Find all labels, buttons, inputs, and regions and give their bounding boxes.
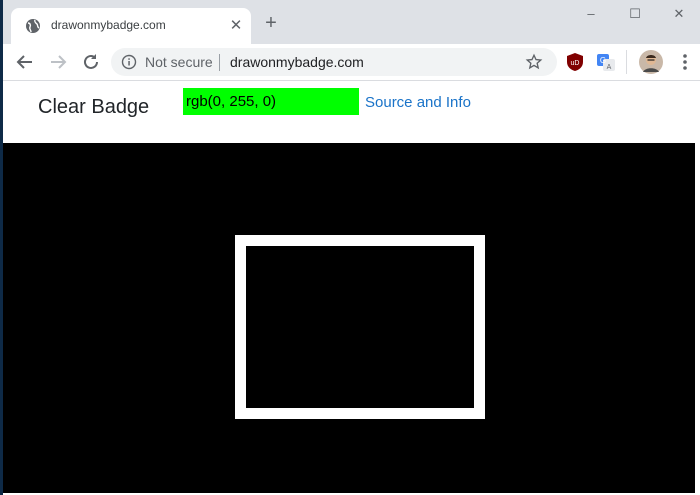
web-page: Clear Badge Source and Info — [3, 81, 700, 495]
reload-icon[interactable] — [79, 50, 103, 74]
omnibox-divider — [219, 54, 220, 71]
security-label: Not secure — [145, 54, 213, 70]
minimize-button[interactable]: – — [577, 6, 605, 24]
tab-title: drawonmybadge.com — [51, 18, 166, 32]
browser-window: drawonmybadge.com ✕ + – ☐ ✕ Not secure d… — [3, 0, 700, 495]
ublock-extension-icon[interactable]: uD — [565, 52, 585, 72]
browser-toolbar: Not secure drawonmybadge.com uD GA — [3, 44, 700, 81]
svg-text:A: A — [607, 64, 612, 71]
bookmark-star-icon[interactable] — [525, 53, 543, 71]
tab-strip: drawonmybadge.com ✕ + – ☐ ✕ — [3, 0, 700, 44]
back-icon[interactable] — [13, 50, 37, 74]
translate-extension-icon[interactable]: GA — [596, 52, 616, 72]
address-bar[interactable]: Not secure drawonmybadge.com — [111, 48, 557, 76]
close-window-button[interactable]: ✕ — [665, 6, 693, 24]
maximize-button[interactable]: ☐ — [621, 6, 649, 24]
menu-icon[interactable] — [675, 52, 695, 72]
clear-badge-button[interactable]: Clear Badge — [38, 96, 149, 119]
color-input[interactable] — [183, 88, 359, 115]
forward-icon[interactable] — [46, 50, 70, 74]
new-tab-button[interactable]: + — [261, 13, 281, 34]
source-and-info-link[interactable]: Source and Info — [365, 94, 471, 111]
close-tab-icon[interactable]: ✕ — [227, 17, 245, 35]
svg-text:uD: uD — [571, 60, 580, 67]
profile-avatar[interactable] — [639, 50, 663, 74]
badge-outline — [235, 235, 485, 419]
browser-tab[interactable]: drawonmybadge.com ✕ — [11, 8, 251, 44]
drawing-canvas[interactable] — [3, 143, 695, 493]
globe-icon — [25, 18, 41, 34]
url-text[interactable]: drawonmybadge.com — [230, 54, 364, 70]
svg-text:G: G — [600, 56, 606, 65]
info-icon[interactable] — [121, 54, 137, 70]
toolbar-divider — [626, 50, 627, 74]
